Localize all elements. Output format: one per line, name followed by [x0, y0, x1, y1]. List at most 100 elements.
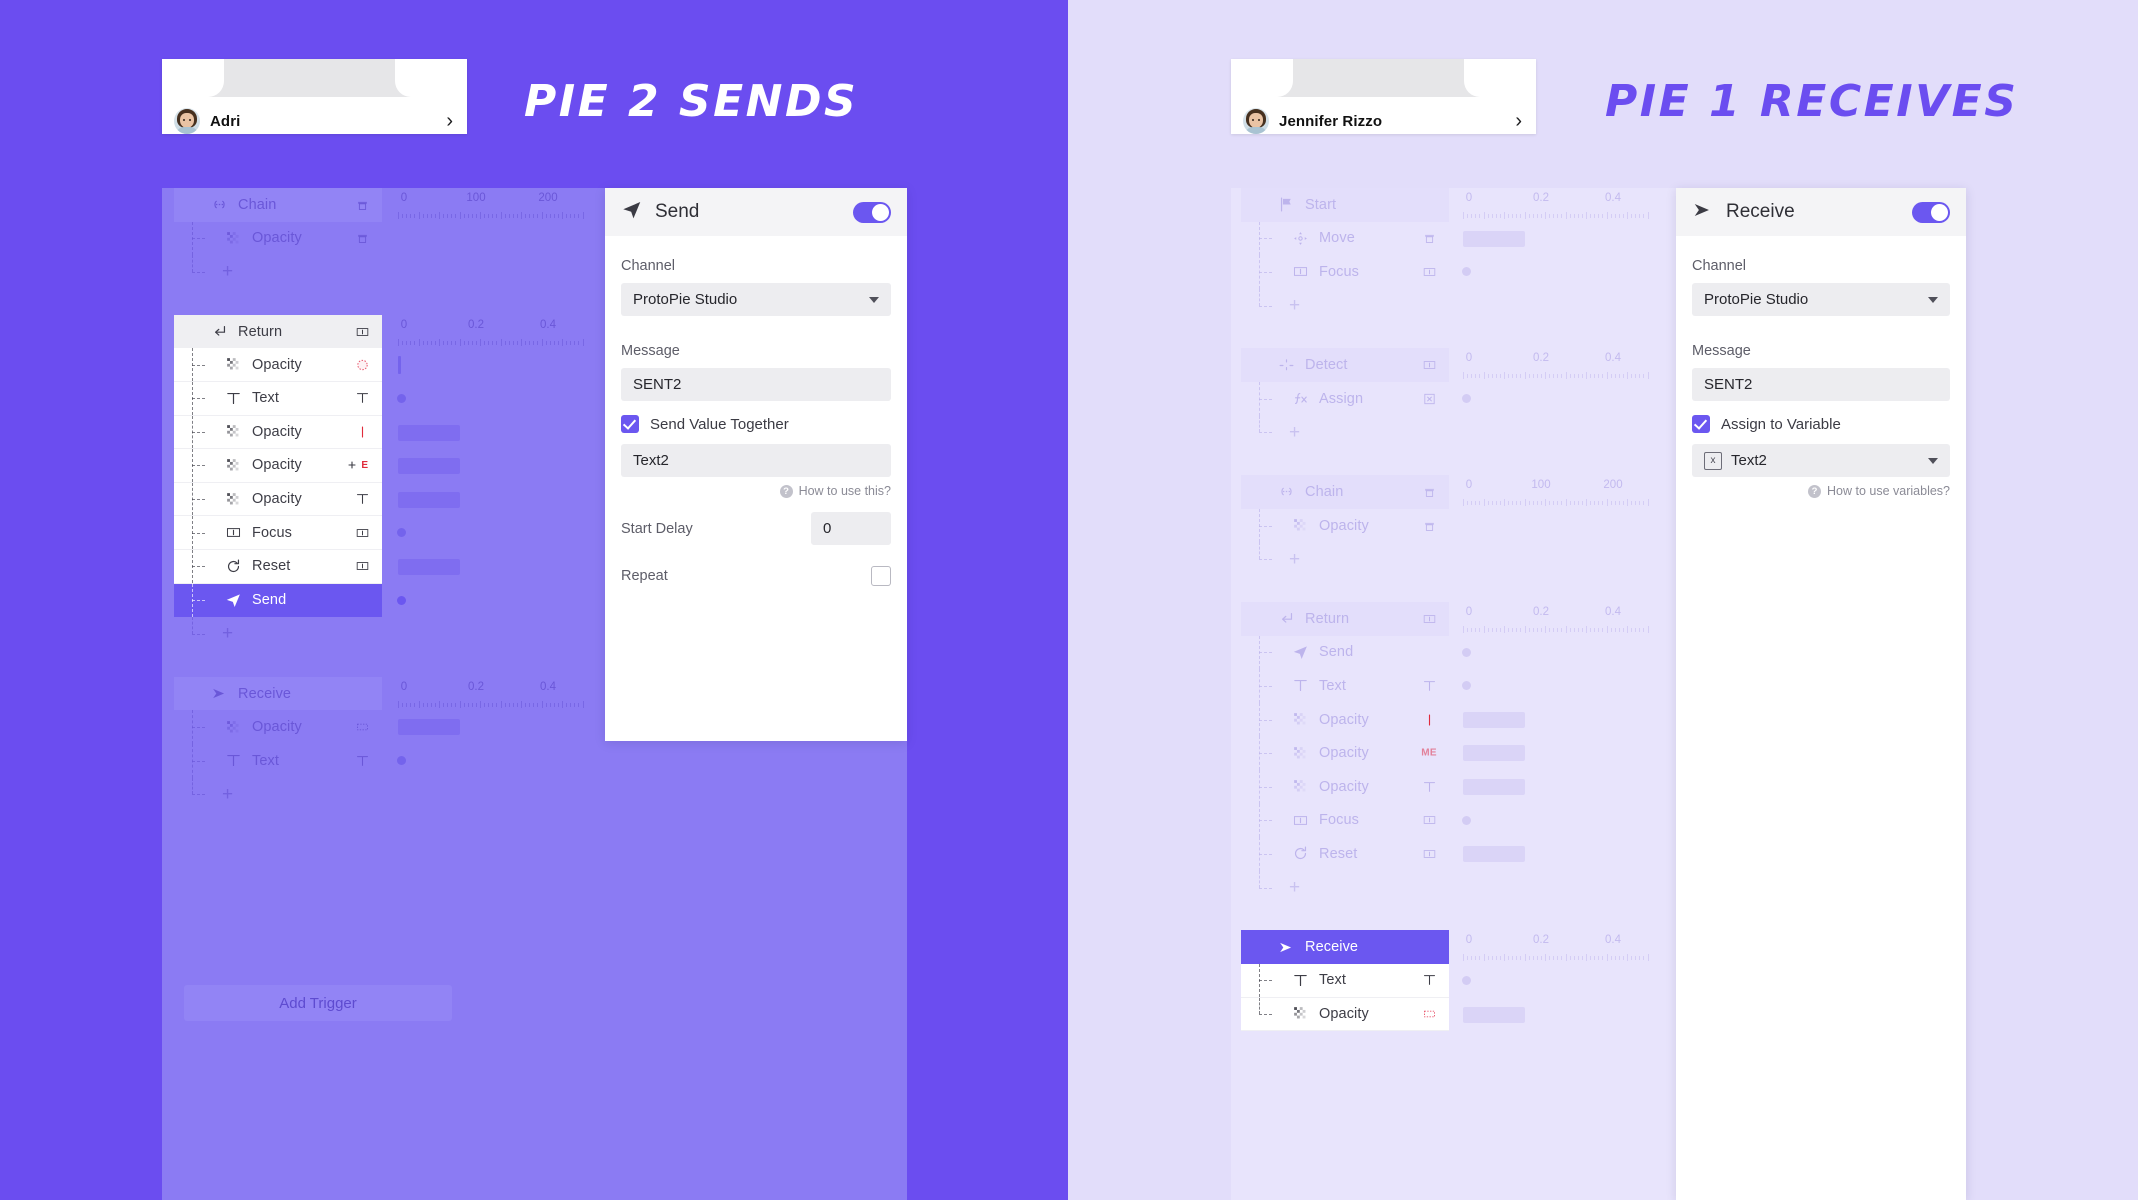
- add-action-row[interactable]: +: [174, 777, 382, 812]
- add-action-row[interactable]: +: [1241, 415, 1449, 450]
- add-action-row[interactable]: +: [174, 617, 382, 651]
- timeline-action-row[interactable]: Focus: [1241, 803, 1449, 838]
- contact-row[interactable]: Jennifer Rizzo ›: [1231, 97, 1536, 134]
- variable-select[interactable]: x Text2: [1692, 444, 1950, 477]
- timeline-action-row[interactable]: Move: [1241, 221, 1449, 256]
- timeline-action-row[interactable]: Opacity: [1241, 997, 1449, 1032]
- timeline-bar[interactable]: [398, 719, 460, 736]
- assign-to-variable-row[interactable]: Assign to Variable: [1692, 415, 1950, 433]
- channel-select[interactable]: ProtoPie Studio: [1692, 283, 1950, 316]
- timeline-action-row[interactable]: Reset: [174, 550, 382, 584]
- timeline-keyframe-dot[interactable]: [1462, 815, 1471, 825]
- value-input[interactable]: Text2: [621, 444, 891, 477]
- timeline-group-row-receive[interactable]: Receive: [174, 676, 382, 711]
- timeline-keyframe-dot[interactable]: [1462, 647, 1471, 657]
- timeline-bar[interactable]: [398, 424, 460, 441]
- chevron-right-icon[interactable]: ›: [446, 111, 453, 131]
- send-action-panel[interactable]: Send Channel ProtoPie Studio Message SEN…: [605, 188, 907, 741]
- contact-row[interactable]: Adri ›: [162, 97, 467, 134]
- repeat-checkbox[interactable]: [871, 566, 891, 586]
- add-action-row[interactable]: +: [1241, 542, 1449, 576]
- add-action-row[interactable]: +: [1241, 288, 1449, 323]
- assign-to-variable-checkbox[interactable]: [1692, 415, 1710, 433]
- timeline-keyframe-dot[interactable]: [1462, 681, 1471, 691]
- timeline-action-row[interactable]: Text: [174, 744, 382, 778]
- timeline-action-row[interactable]: Text: [1241, 669, 1449, 703]
- timeline-action-row[interactable]: Assign: [1241, 382, 1449, 416]
- tree-connector: [192, 221, 214, 256]
- add-action-row[interactable]: +: [174, 255, 382, 289]
- receive-action-panel[interactable]: Receive Channel ProtoPie Studio Message …: [1676, 188, 1966, 1200]
- channel-select[interactable]: ProtoPie Studio: [621, 283, 891, 316]
- timeline-group-row-detect[interactable]: Detect: [1241, 348, 1449, 382]
- timeline-action-row[interactable]: Text: [1241, 964, 1449, 998]
- timeline-keyframe-dot[interactable]: [1462, 976, 1471, 985]
- help-link-text[interactable]: How to use variables?: [1827, 484, 1950, 498]
- timeline-bar[interactable]: [1463, 1006, 1525, 1023]
- timeline-action-row[interactable]: Opacity E: [174, 449, 382, 483]
- timeline-action-row[interactable]: Opacity ME: [1241, 736, 1449, 770]
- timeline-bar[interactable]: [1463, 779, 1525, 795]
- timeline-group-row-chain[interactable]: Chain: [174, 188, 382, 222]
- ruler-tick-label: 0.4: [540, 680, 556, 693]
- timeline-action-row[interactable]: Opacity: [1241, 508, 1449, 543]
- help-link-text[interactable]: How to use this?: [799, 484, 891, 498]
- timeline-action-row[interactable]: Opacity: [174, 482, 382, 517]
- start-delay-input[interactable]: 0: [811, 512, 891, 545]
- add-trigger-button[interactable]: Add Trigger: [184, 985, 452, 1021]
- add-action-button[interactable]: +: [222, 262, 233, 281]
- timeline-action-row[interactable]: Opacity: [174, 415, 382, 450]
- add-action-button[interactable]: +: [1289, 296, 1300, 315]
- timeline-group-row-return[interactable]: Return: [1241, 602, 1449, 636]
- timeline-bar[interactable]: [1463, 846, 1525, 863]
- enable-toggle[interactable]: [853, 201, 891, 223]
- help-link-row[interactable]: ? How to use variables?: [1692, 484, 1950, 498]
- assign-to-variable-label: Assign to Variable: [1721, 415, 1841, 433]
- timeline-keyframe-dot[interactable]: [397, 394, 406, 403]
- timeline-action-row[interactable]: Focus: [174, 516, 382, 550]
- timeline-keyframe-dot[interactable]: [1462, 267, 1471, 277]
- timeline-group-row-chain[interactable]: Chain: [1241, 475, 1449, 509]
- timeline-action-row[interactable]: Reset: [1241, 837, 1449, 871]
- ruler-ticks: [1459, 954, 1659, 962]
- timeline-bar[interactable]: [1463, 745, 1525, 762]
- add-action-button[interactable]: +: [222, 624, 233, 643]
- timeline-keyframe-dot[interactable]: [397, 756, 406, 765]
- timeline-action-row[interactable]: Send: [174, 583, 382, 618]
- timeline-action-row[interactable]: Text: [174, 382, 382, 416]
- enable-toggle[interactable]: [1912, 201, 1950, 223]
- timeline-group-row-receive[interactable]: Receive: [1241, 930, 1449, 964]
- send-value-together-checkbox[interactable]: [621, 415, 639, 433]
- timeline-action-row[interactable]: Opacity: [174, 710, 382, 744]
- add-action-row[interactable]: +: [1241, 870, 1449, 905]
- timeline-keyframe-dot[interactable]: [397, 528, 406, 538]
- timeline-bar[interactable]: [1463, 230, 1525, 247]
- message-input[interactable]: SENT2: [621, 368, 891, 401]
- timeline-bar[interactable]: [398, 491, 460, 508]
- ruler-ticks: [1459, 626, 1659, 633]
- opacity-icon: [1289, 745, 1311, 762]
- right-timeline-workspace[interactable]: 0 0.2 0.4 Start Move Focus +0 0.2 0.4 Detect: [1231, 188, 1676, 1200]
- timeline-bar[interactable]: [1463, 711, 1525, 728]
- add-action-button[interactable]: +: [1289, 878, 1300, 897]
- timeline-keyframe-stick[interactable]: [398, 356, 401, 375]
- add-action-button[interactable]: +: [1289, 423, 1300, 442]
- timeline-action-row[interactable]: Focus: [1241, 255, 1449, 289]
- timeline-group-row-return[interactable]: Return: [174, 314, 382, 349]
- timeline-keyframe-dot[interactable]: [397, 595, 406, 605]
- timeline-bar[interactable]: [398, 559, 460, 575]
- timeline-keyframe-dot[interactable]: [1462, 394, 1471, 403]
- timeline-action-row[interactable]: Opacity: [174, 221, 382, 256]
- add-action-button[interactable]: +: [222, 785, 233, 804]
- send-value-together-row[interactable]: Send Value Together: [621, 415, 891, 433]
- timeline-bar[interactable]: [398, 458, 460, 475]
- timeline-action-row[interactable]: Opacity: [1241, 770, 1449, 804]
- timeline-action-row[interactable]: Send: [1241, 635, 1449, 670]
- message-input[interactable]: SENT2: [1692, 368, 1950, 401]
- add-action-button[interactable]: +: [1289, 550, 1300, 569]
- timeline-group-row-start[interactable]: Start: [1241, 188, 1449, 222]
- timeline-action-row[interactable]: Opacity: [174, 348, 382, 382]
- help-link-row[interactable]: ? How to use this?: [621, 484, 891, 498]
- timeline-action-row[interactable]: Opacity: [1241, 702, 1449, 737]
- chevron-right-icon[interactable]: ›: [1515, 111, 1522, 131]
